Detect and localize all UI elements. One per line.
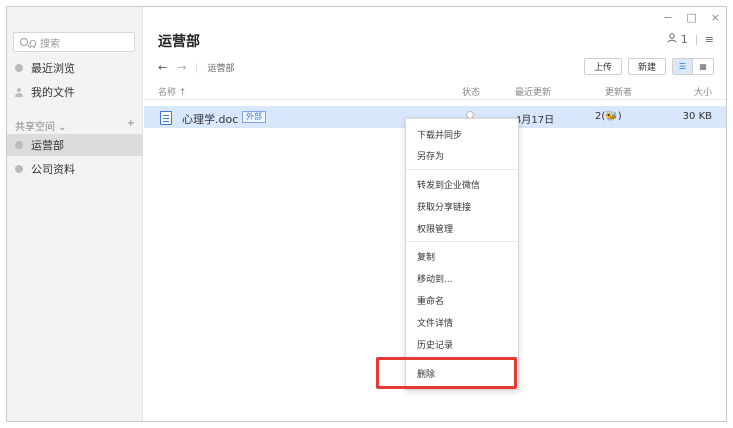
maximize-button[interactable]: □ [686,11,696,24]
sidebar-item-label: 运营部 [31,139,64,152]
header-actions: 1 ≡ [667,33,714,46]
clock-icon [15,64,23,72]
member-count: 1 [680,33,688,46]
column-status[interactable]: 状态 [462,85,480,98]
minimize-button[interactable]: − [663,11,672,24]
user-icon [15,87,23,97]
file-name: 心理学.doc [182,113,239,126]
new-button[interactable]: 新建 [627,58,666,75]
add-space-button[interactable]: + [127,118,135,133]
sidebar-item-my-files[interactable]: 我的文件 [7,81,143,103]
sidebar-item-label: 公司资料 [31,163,75,176]
table-header: 名称 ↑ 状态 最近更新 更新者 大小 [144,82,726,100]
menu-divider [406,241,518,242]
shared-space-section[interactable]: 共享空间 ⌄ + [15,118,135,133]
app-window: Q 搜索 最近浏览 我的文件 共享空间 ⌄ + 运营部 公司资料 − □ × 运… [6,6,727,422]
menu-divider [406,169,518,170]
doc-file-icon [160,111,172,125]
window-controls: − □ × [663,11,720,24]
search-icon [20,38,28,46]
list-view-icon[interactable]: ☰ [673,59,693,74]
section-label: 共享空间 ⌄ [15,122,67,133]
divider [695,34,697,45]
search-input[interactable]: Q 搜索 [13,32,135,52]
page-title: 运营部 [158,34,200,50]
menu-item-share-link[interactable]: 获取分享链接 [417,200,471,213]
space-icon [15,165,23,173]
sidebar-item-operations[interactable]: 运营部 [7,134,143,156]
back-button[interactable]: ← [158,61,167,74]
view-toggle: ☰ ▦ [672,58,714,75]
updater: 2(🐝) [595,111,622,122]
upload-button[interactable]: 上传 [583,58,622,75]
menu-item-file-details[interactable]: 文件详情 [417,316,453,329]
menu-item-download-sync[interactable]: 下载并同步 [417,128,462,141]
forward-button[interactable]: → [177,61,186,74]
sidebar: Q 搜索 最近浏览 我的文件 共享空间 ⌄ + 运营部 公司资料 [7,7,143,421]
sidebar-item-recent[interactable]: 最近浏览 [7,57,143,79]
search-placeholder: Q 搜索 [29,38,61,50]
menu-item-save-as[interactable]: 另存为 [417,149,444,162]
sidebar-item-label: 我的文件 [31,86,75,99]
column-name[interactable]: 名称 ↑ [158,85,186,98]
file-size: 30 KB [682,111,712,122]
grid-view-icon[interactable]: ▦ [693,59,713,74]
highlight-box [376,357,517,389]
menu-item-copy[interactable]: 复制 [417,250,435,263]
column-updated[interactable]: 最近更新 [515,85,551,98]
breadcrumb[interactable]: 运营部 [207,61,234,74]
person-icon [667,33,677,43]
column-updater[interactable]: 更新者 [605,85,632,98]
toolbar: 上传 新建 ☰ ▦ [583,58,714,75]
updated-date: 4月17日 [515,115,555,126]
sidebar-item-label: 最近浏览 [31,62,75,75]
menu-item-history[interactable]: 历史记录 [417,338,453,351]
close-button[interactable]: × [711,11,720,24]
space-icon [15,141,23,149]
menu-item-rename[interactable]: 重命名 [417,294,444,307]
navigation-bar: ← → 运营部 [158,61,234,74]
column-size[interactable]: 大小 [694,85,712,98]
sidebar-item-company-docs[interactable]: 公司资料 [7,158,143,180]
members-button[interactable]: 1 [667,33,688,46]
menu-item-permissions[interactable]: 权限管理 [417,222,453,235]
external-tag: 外部 [242,111,266,123]
context-menu: 下载并同步 另存为 转发到企业微信 获取分享链接 权限管理 复制 移动到... … [405,118,519,390]
divider [196,62,198,73]
menu-item-forward-wecom[interactable]: 转发到企业微信 [417,178,480,191]
menu-icon[interactable]: ≡ [705,33,714,46]
menu-item-move-to[interactable]: 移动到... [417,272,453,285]
